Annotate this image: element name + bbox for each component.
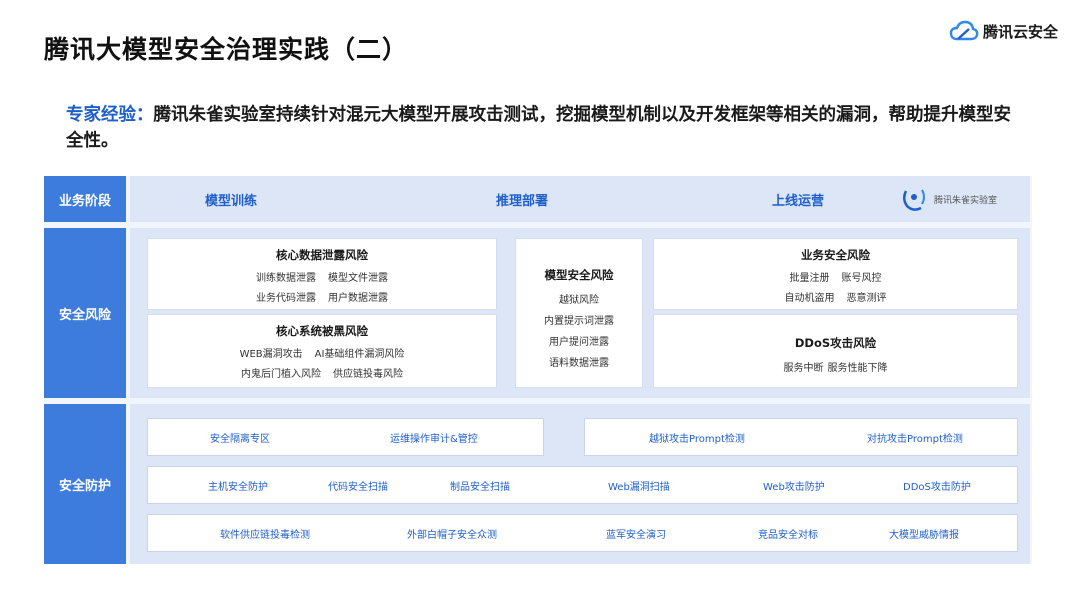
risk-item: 服务性能下降 (827, 363, 888, 374)
risk-line: 业务代码泄露 用户数据泄露 (148, 289, 496, 304)
defense-item: Web漏洞扫描 (608, 481, 670, 493)
risk-item: 服务中断 (783, 363, 824, 374)
risk-card-core-system: 核心系统被黑风险 WEB漏洞攻击 AI基础组件漏洞风险 内鬼后门植入风险 供应链投毒… (147, 314, 497, 388)
page-title: 腾讯大模型安全治理实践（二） (44, 35, 409, 64)
risk-item: 批量注册 (789, 273, 830, 284)
defense-item: 大模型威胁情报 (889, 529, 959, 541)
risk-card-business: 业务安全风险 批量注册 账号风控 自动机盗用 恶意测评 (653, 238, 1018, 310)
risk-card-ddos: DDoS攻击风险 服务中断 服务性能下降 (653, 314, 1018, 388)
lab-logo-text: 腾讯朱雀实验室 (934, 195, 998, 206)
risk-item: 用户数据泄露 (328, 293, 388, 304)
cloud-logo-icon (949, 20, 979, 41)
risk-item: WEB漏洞攻击 (239, 349, 303, 360)
defense-item: 制品安全扫描 (450, 481, 510, 493)
intro-body: 腾讯朱雀实验室持续针对混元大模型开展攻击测试，挖掘模型机制以及开发框架等相关的漏… (66, 105, 1011, 151)
defense-item: 运维操作审计&管控 (390, 433, 478, 445)
risk-item: 自动机盗用 (784, 293, 835, 304)
defense-area: 安全隔离专区 运维操作审计&管控 越狱攻击Prompt检测 对抗攻击Prompt… (130, 404, 1030, 564)
stage-operation: 上线运营 (772, 193, 825, 209)
lab-logo-icon (903, 189, 925, 211)
risk-line: 训练数据泄露 模型文件泄露 (148, 269, 496, 284)
defense-item: 安全隔离专区 (210, 433, 270, 445)
defense-item: 主机安全防护 (208, 481, 268, 493)
risk-line: 批量注册 账号风控 (654, 269, 1017, 284)
risk-item: 训练数据泄露 (256, 273, 316, 284)
defense-item: DDoS攻击防护 (903, 481, 971, 493)
risk-item: AI基础组件漏洞风险 (314, 349, 405, 360)
risk-title: 业务安全风险 (801, 248, 870, 262)
risk-card-core-data: 核心数据泄露风险 训练数据泄露 模型文件泄露 业务代码泄露 用户数据泄露 (147, 238, 497, 310)
defense-box: 越狱攻击Prompt检测 对抗攻击Prompt检测 (584, 418, 1018, 456)
intro-label: 专家经验： (66, 105, 154, 125)
stage-deployment: 推理部署 (496, 193, 549, 209)
risk-area: 核心数据泄露风险 训练数据泄露 模型文件泄露 业务代码泄露 用户数据泄露 核心系统被… (130, 228, 1030, 398)
intro-text: 专家经验：腾讯朱雀实验室持续针对混元大模型开展攻击测试，挖掘模型机制以及开发框架… (66, 102, 1026, 154)
risk-item: 语料数据泄露 (549, 358, 609, 369)
defense-item: 越狱攻击Prompt检测 (649, 433, 745, 445)
risk-line: WEB漏洞攻击 AI基础组件漏洞风险 (148, 345, 496, 360)
row-label-risk: 安全风险 (44, 228, 126, 398)
risk-item: 账号风控 (841, 273, 882, 284)
risk-title: 核心数据泄露风险 (276, 248, 368, 262)
defense-item: 对抗攻击Prompt检测 (867, 433, 963, 445)
risk-card-model: 模型安全风险 越狱风险 内置提示词泄露 用户提问泄露 语料数据泄露 (515, 238, 643, 388)
brand-name: 腾讯云安全 (982, 22, 1058, 41)
risk-item: 越狱风险 (559, 295, 599, 306)
stage-bar: 模型训练 推理部署 上线运营 腾讯朱雀实验室 (130, 176, 1030, 222)
row-label-defense: 安全防护 (44, 404, 126, 564)
risk-item: 供应链投毒风险 (333, 369, 403, 380)
defense-item: 竞品安全对标 (758, 529, 818, 541)
risk-item: 业务代码泄露 (256, 293, 316, 304)
security-framework: 业务阶段 安全风险 安全防护 模型训练 推理部署 上线运营 腾讯朱雀实验室 核心… (44, 176, 1032, 564)
row-label-stage: 业务阶段 (44, 176, 126, 222)
risk-title: DDoS攻击风险 (794, 336, 877, 350)
defense-item: 蓝军安全演习 (606, 529, 666, 541)
risk-item: 恶意测评 (846, 293, 887, 304)
risk-line: 自动机盗用 恶意测评 (654, 289, 1017, 304)
defense-item: 外部白帽子安全众测 (407, 529, 497, 541)
stage-training: 模型训练 (205, 193, 258, 209)
defense-box: 软件供应链投毒检测 外部白帽子安全众测 蓝军安全演习 竞品安全对标 大模型威胁情… (147, 514, 1018, 552)
defense-item: Web攻击防护 (763, 481, 825, 493)
risk-item: 用户提问泄露 (549, 337, 609, 348)
risk-title: 模型安全风险 (544, 268, 614, 282)
risk-line: 内鬼后门植入风险 供应链投毒风险 (148, 365, 496, 380)
defense-box: 主机安全防护 代码安全扫描 制品安全扫描 Web漏洞扫描 Web攻击防护 DDo… (147, 466, 1018, 504)
lab-logo: 腾讯朱雀实验室 (900, 185, 997, 213)
risk-title: 核心系统被黑风险 (276, 324, 368, 338)
defense-item: 代码安全扫描 (328, 481, 388, 493)
risk-line: 服务中断 服务性能下降 (654, 359, 1017, 374)
risk-item: 内鬼后门植入风险 (241, 369, 321, 380)
risk-item: 模型文件泄露 (328, 273, 388, 284)
risk-item: 内置提示词泄露 (544, 316, 614, 327)
defense-box: 安全隔离专区 运维操作审计&管控 (147, 418, 544, 456)
defense-item: 软件供应链投毒检测 (220, 529, 310, 541)
brand-logo: 腾讯云安全 (949, 20, 1058, 42)
